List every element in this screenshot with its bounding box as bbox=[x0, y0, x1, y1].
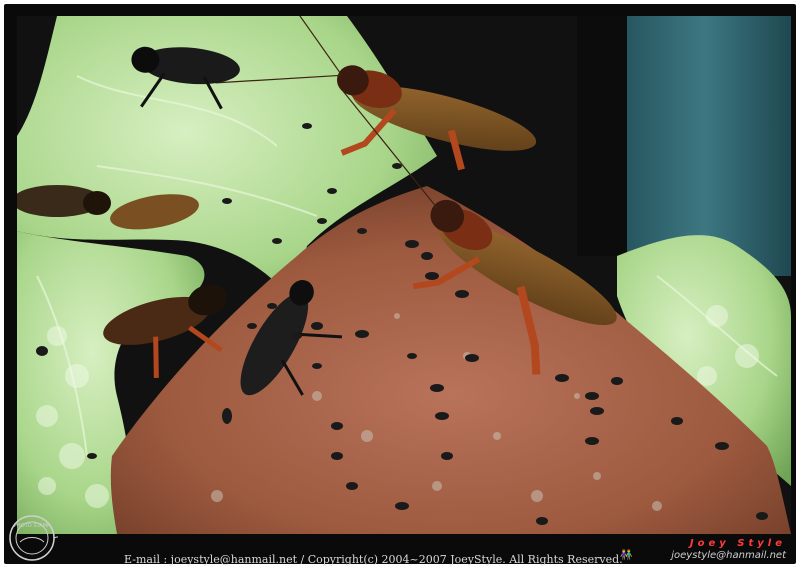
brand-email: joeystyle@hanmail.net bbox=[671, 550, 786, 561]
footer: E-mail : joeystyle@hanmail.net / Copyrig… bbox=[0, 538, 800, 566]
brand-name: Joey Style bbox=[689, 538, 786, 549]
svg-text:PHOTO STAMP: PHOTO STAMP bbox=[14, 523, 50, 529]
copyright-text: E-mail : joeystyle@hanmail.net / Copyrig… bbox=[124, 553, 623, 566]
photo-scene bbox=[17, 16, 791, 534]
photo-frame bbox=[4, 4, 796, 564]
people-icon: 👫 bbox=[620, 550, 633, 561]
cricket-photo bbox=[17, 16, 791, 534]
brand-logo: 👫 Joey Style joeystyle@hanmail.net bbox=[616, 538, 786, 562]
